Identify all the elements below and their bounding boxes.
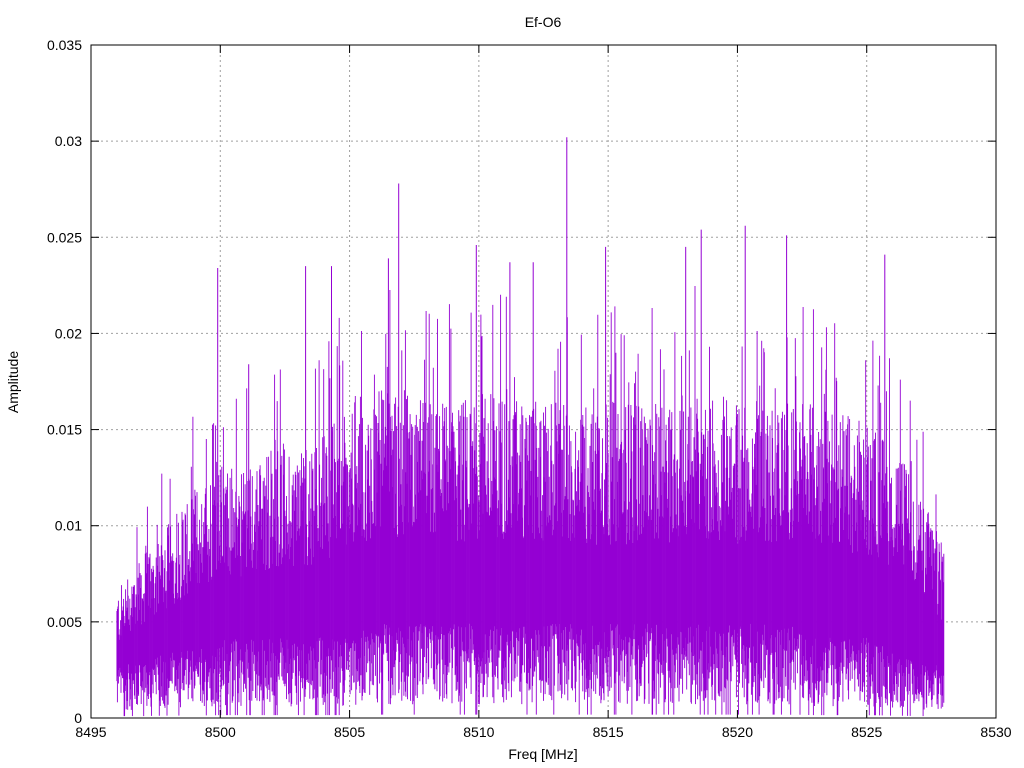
y-tick-label: 0.005	[47, 614, 82, 630]
x-tick-label: 8530	[980, 724, 1011, 740]
x-tick-label: 8510	[463, 724, 494, 740]
x-tick-label: 8500	[205, 724, 236, 740]
y-tick-label: 0.02	[55, 325, 82, 341]
x-tick-label: 8515	[593, 724, 624, 740]
y-tick-label: 0.03	[55, 133, 82, 149]
spectrum-chart: Ef-O6 Amplitude Freq [MHz] 8495 8500 8505 8…	[5, 14, 1012, 762]
y-tick-label: 0.025	[47, 229, 82, 245]
chart-title: Ef-O6	[525, 14, 562, 30]
y-tick-label: 0.035	[47, 37, 82, 53]
x-axis-label: Freq [MHz]	[508, 746, 577, 762]
y-axis-label: Amplitude	[5, 351, 21, 413]
y-tick-label: 0	[74, 710, 82, 726]
x-tick-label: 8505	[334, 724, 365, 740]
x-tick-label: 8520	[722, 724, 753, 740]
spectrum-series	[116, 137, 945, 717]
x-tick-label: 8495	[75, 724, 106, 740]
x-tick-label: 8525	[851, 724, 882, 740]
y-tick-label: 0.01	[55, 518, 82, 534]
y-tick-label: 0.015	[47, 422, 82, 438]
